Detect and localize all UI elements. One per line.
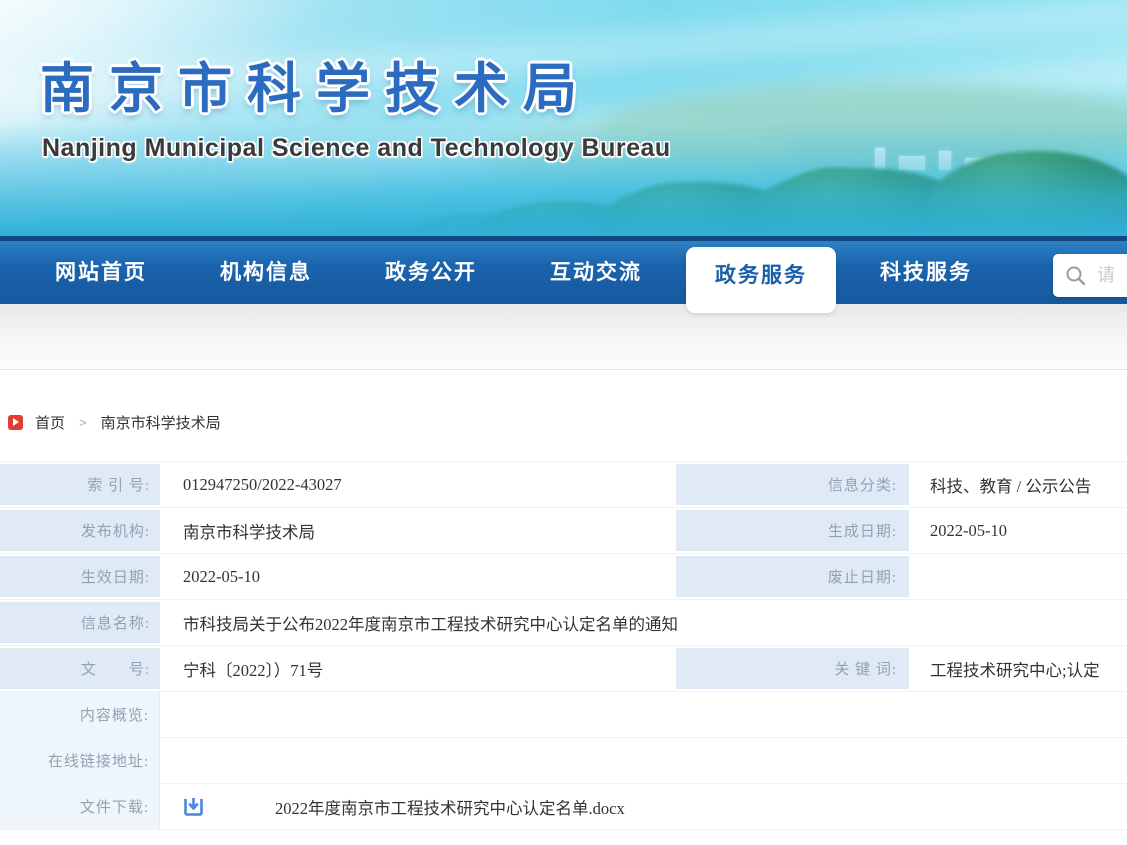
nav-item-gov-services[interactable]: 政务服务	[686, 247, 836, 313]
row-value	[162, 692, 1127, 737]
table-row-file-download: 文件下载: 2022年度南京市工程技术研究中心认定名单.docx	[0, 784, 1127, 830]
table-row-effective-date: 生效日期: 2022-05-10 废止日期:	[0, 554, 1127, 600]
row-value: 2022-05-10	[912, 508, 1127, 553]
breadcrumb-play-icon	[8, 415, 23, 430]
row-value: 2022年度南京市工程技术研究中心认定名单.docx	[162, 784, 1127, 829]
row-label: 文 号:	[0, 648, 160, 689]
breadcrumb-current: 南京市科学技术局	[101, 412, 221, 433]
row-label: 发布机构:	[0, 510, 160, 551]
breadcrumb-home-link[interactable]: 首页	[35, 412, 65, 433]
row-label: 信息分类:	[676, 464, 909, 505]
search-icon[interactable]	[1065, 265, 1087, 287]
row-label: 文件下载:	[0, 784, 160, 829]
row-value: 012947250/2022-43027	[163, 462, 673, 507]
row-value: 宁科〔2022〕）71号	[163, 646, 673, 691]
row-label: 在线链接地址:	[0, 738, 160, 783]
file-download-link[interactable]: 2022年度南京市工程技术研究中心认定名单.docx	[275, 795, 625, 819]
row-label: 信息名称:	[0, 602, 160, 643]
row-label: 生效日期:	[0, 556, 160, 597]
main-nav: 网站首页 机构信息 政务公开 互动交流 政务服务 科技服务	[0, 236, 1127, 304]
page-content: 首页 > 南京市科学技术局 索 引 号: 012947250/2022-4302…	[0, 370, 1127, 830]
nav-item-gov-open[interactable]: 政务公开	[356, 241, 506, 304]
search-box[interactable]	[1053, 254, 1127, 297]
page: { "banner": { "title_cn": "南京市科学技术局", "t…	[0, 0, 1127, 845]
row-label: 生成日期:	[676, 510, 909, 551]
row-value: 2022-05-10	[163, 554, 673, 599]
table-row-content-overview: 内容概览:	[0, 692, 1127, 738]
row-label: 内容概览:	[0, 692, 160, 737]
row-value: 工程技术研究中心;认定	[912, 646, 1127, 691]
row-value	[162, 738, 1127, 783]
subnav-strip	[0, 304, 1127, 370]
table-row-issuing-agency: 发布机构: 南京市科学技术局 生成日期: 2022-05-10	[0, 508, 1127, 554]
header-banner: 南京市科学技术局 Nanjing Municipal Science and T…	[0, 0, 1127, 236]
breadcrumb-separator: >	[79, 415, 87, 430]
search-input[interactable]	[1097, 265, 1127, 286]
info-table: 索 引 号: 012947250/2022-43027 信息分类: 科技、教育 …	[0, 461, 1127, 830]
row-value: 市科技局关于公布2022年度南京市工程技术研究中心认定名单的通知	[163, 600, 1127, 645]
row-label: 索 引 号:	[0, 464, 160, 505]
site-title-english: Nanjing Municipal Science and Technology…	[42, 134, 671, 163]
row-value: 科技、教育 / 公示公告	[912, 462, 1127, 507]
nav-item-home[interactable]: 网站首页	[26, 241, 176, 304]
row-value: 南京市科学技术局	[163, 508, 673, 553]
table-row-index-number: 索 引 号: 012947250/2022-43027 信息分类: 科技、教育 …	[0, 462, 1127, 508]
site-title-chinese: 南京市科学技术局	[40, 44, 592, 123]
breadcrumb: 首页 > 南京市科学技术局	[8, 413, 1127, 431]
table-row-doc-number: 文 号: 宁科〔2022〕）71号 关 键 词: 工程技术研究中心;认定	[0, 646, 1127, 692]
nav-item-org-info[interactable]: 机构信息	[191, 241, 341, 304]
download-icon[interactable]	[182, 795, 205, 818]
row-value	[912, 554, 1127, 599]
nav-items: 网站首页 机构信息 政务公开 互动交流 政务服务 科技服务	[0, 241, 1127, 304]
nav-item-tech-services[interactable]: 科技服务	[851, 241, 1001, 304]
row-label: 关 键 词:	[676, 648, 909, 689]
table-row-online-link: 在线链接地址:	[0, 738, 1127, 784]
nav-item-interaction[interactable]: 互动交流	[521, 241, 671, 304]
table-row-info-title: 信息名称: 市科技局关于公布2022年度南京市工程技术研究中心认定名单的通知	[0, 600, 1127, 646]
row-label: 废止日期:	[676, 556, 909, 597]
